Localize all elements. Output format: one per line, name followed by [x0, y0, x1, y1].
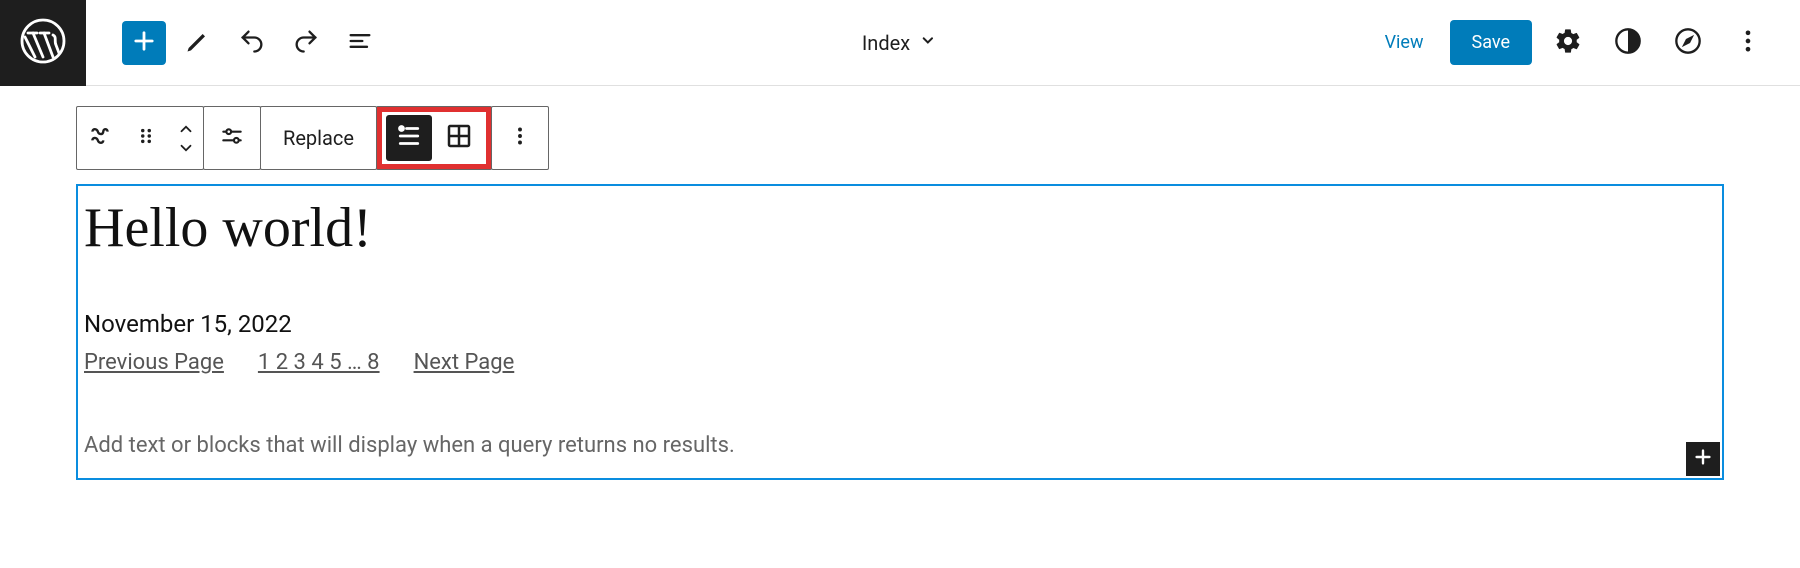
wordpress-logo-button[interactable]: [0, 0, 86, 86]
gear-icon: [1554, 27, 1582, 59]
plus-icon: [130, 27, 158, 59]
list-view-button[interactable]: [338, 21, 382, 65]
edit-tool-button[interactable]: [176, 21, 220, 65]
block-toolbar: Replace: [76, 106, 1800, 170]
list-layout-icon: [394, 121, 424, 155]
chevron-down-icon: [918, 30, 938, 55]
drag-handle[interactable]: [123, 107, 169, 169]
list-view-icon: [346, 27, 374, 59]
drag-icon: [133, 123, 159, 153]
add-block-button[interactable]: [122, 21, 166, 65]
layout-toggle-highlight: [377, 107, 491, 169]
document-title-text: Index: [862, 31, 910, 55]
contrast-icon: [1614, 27, 1642, 59]
chevron-down-icon: [177, 138, 195, 157]
grid-layout-icon: [444, 121, 474, 155]
compass-icon: [1674, 27, 1702, 59]
replace-button[interactable]: Replace: [261, 107, 376, 169]
post-title[interactable]: Hello world!: [84, 192, 1716, 260]
undo-icon: [238, 27, 266, 59]
chevron-up-icon: [177, 119, 195, 138]
display-settings-button[interactable]: [204, 107, 260, 169]
kebab-icon: [507, 123, 533, 153]
plus-icon: [1692, 446, 1714, 472]
pagination-numbers[interactable]: 1 2 3 4 5 … 8: [258, 350, 380, 375]
pagination-prev[interactable]: Previous Page: [84, 350, 224, 375]
more-options-button[interactable]: [1724, 19, 1772, 67]
redo-icon: [292, 27, 320, 59]
left-tool-group: [86, 21, 382, 65]
kebab-icon: [1734, 27, 1762, 59]
block-more-options-button[interactable]: [492, 107, 548, 169]
move-up-button[interactable]: [177, 119, 195, 138]
query-loop-icon: [87, 123, 113, 153]
navigation-button[interactable]: [1664, 19, 1712, 67]
block-type-button[interactable]: [77, 107, 123, 169]
post-date[interactable]: November 15, 2022: [84, 310, 1716, 338]
block-appender-button[interactable]: [1686, 442, 1720, 476]
document-title-dropdown[interactable]: Index: [862, 30, 938, 55]
save-button[interactable]: Save: [1450, 20, 1533, 65]
move-down-button[interactable]: [177, 138, 195, 157]
grid-layout-button[interactable]: [436, 115, 482, 161]
undo-button[interactable]: [230, 21, 274, 65]
redo-button[interactable]: [284, 21, 328, 65]
settings-button[interactable]: [1544, 19, 1592, 67]
editor-topbar: Index View Save: [0, 0, 1800, 86]
styles-button[interactable]: [1604, 19, 1652, 67]
pagination-next[interactable]: Next Page: [414, 350, 515, 375]
no-results-placeholder[interactable]: Add text or blocks that will display whe…: [84, 433, 1716, 458]
view-link[interactable]: View: [1371, 24, 1438, 61]
right-tool-group: View Save: [1371, 19, 1800, 67]
wordpress-icon: [19, 17, 67, 69]
pencil-icon: [184, 27, 212, 59]
query-loop-block[interactable]: Hello world! November 15, 2022 Previous …: [76, 184, 1724, 480]
list-layout-button[interactable]: [386, 115, 432, 161]
sliders-icon: [219, 123, 245, 153]
pagination: Previous Page 1 2 3 4 5 … 8 Next Page: [84, 350, 1716, 375]
